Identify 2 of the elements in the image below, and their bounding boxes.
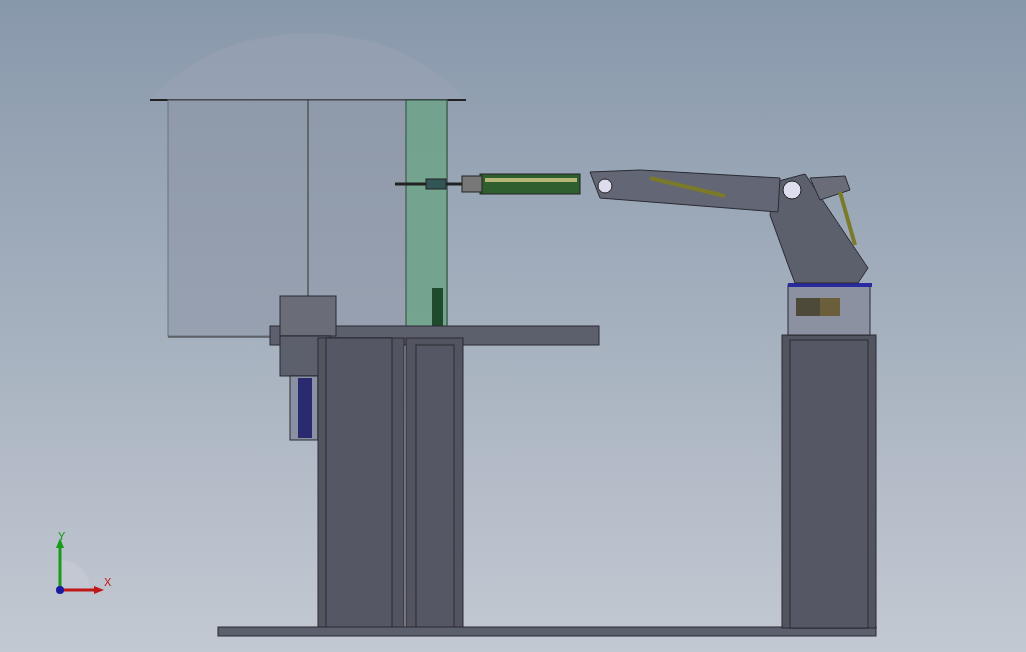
x-axis-label: X [104, 576, 112, 588]
y-axis-label: Y [58, 530, 66, 542]
